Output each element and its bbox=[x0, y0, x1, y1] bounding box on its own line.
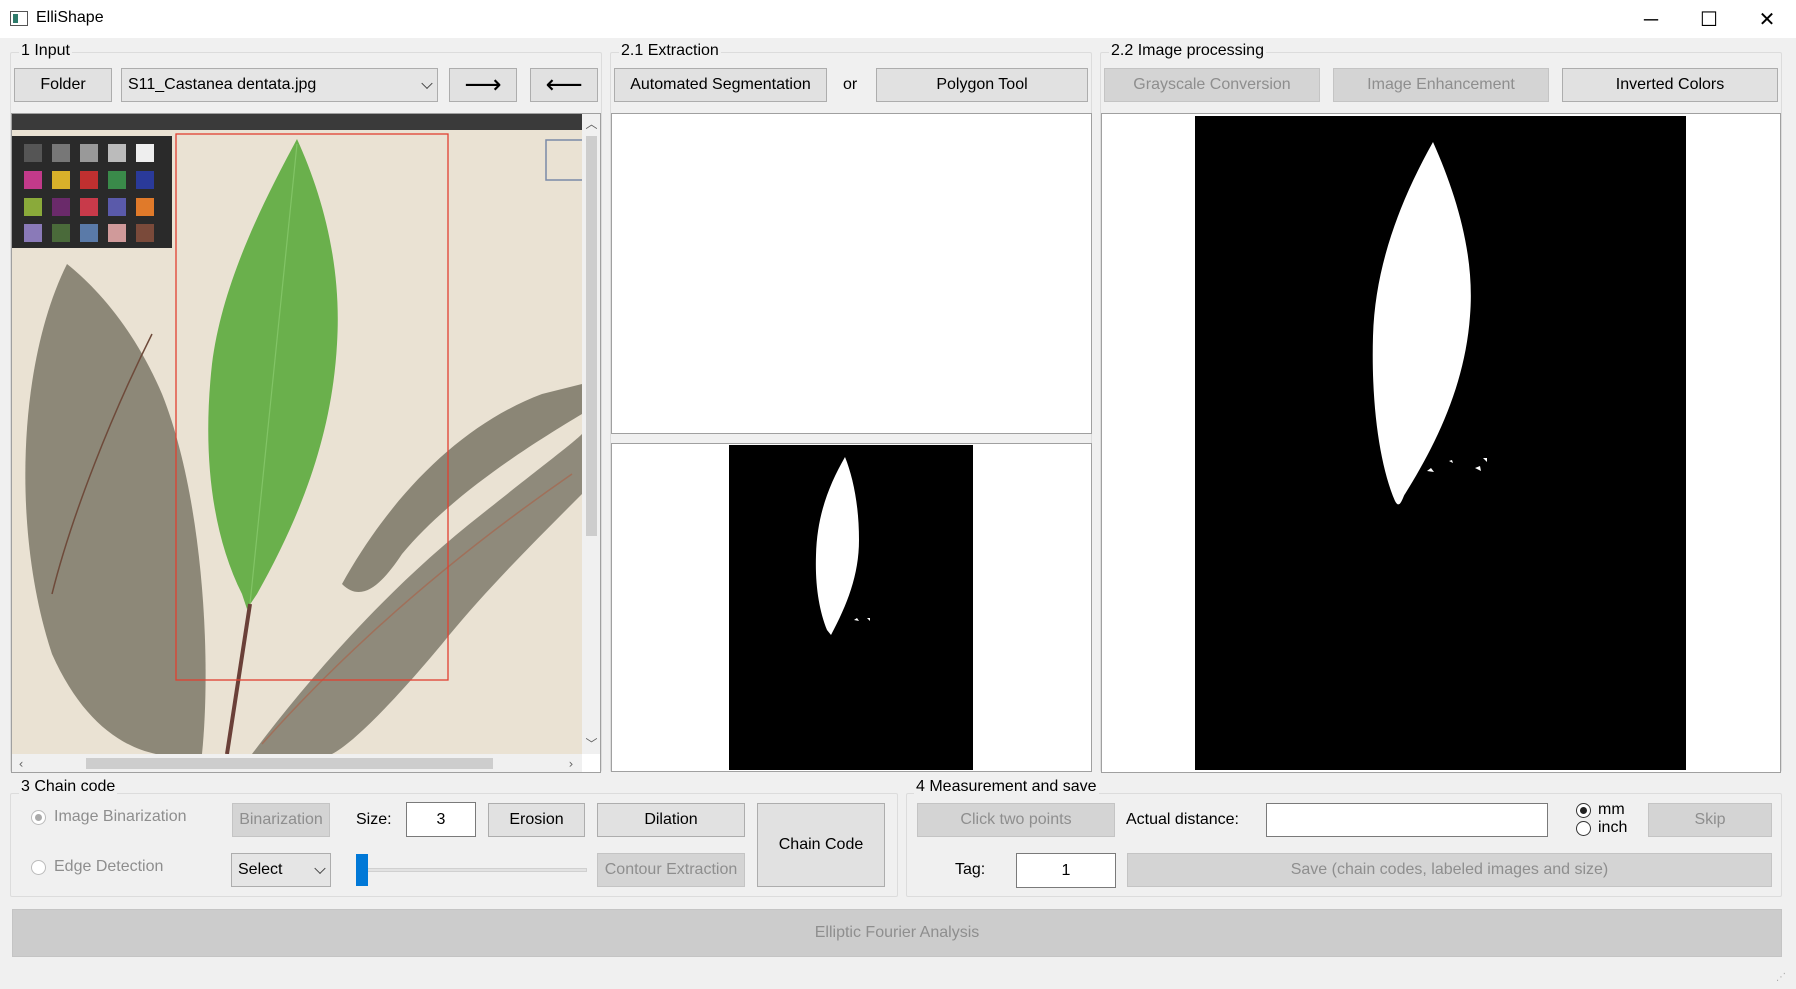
elliptic-fourier-analysis-button[interactable]: Elliptic Fourier Analysis bbox=[12, 909, 1782, 957]
file-select[interactable]: S11_Castanea dentata.jpg bbox=[121, 68, 438, 102]
tag-input[interactable]: 1 bbox=[1016, 853, 1116, 888]
measurement-group-label: 4 Measurement and save bbox=[914, 778, 1099, 796]
binarization-button[interactable]: Binarization bbox=[232, 803, 330, 837]
contour-extraction-button[interactable]: Contour Extraction bbox=[597, 853, 745, 887]
minimize-icon[interactable]: ─ bbox=[1622, 0, 1680, 38]
unit-inch-label: inch bbox=[1598, 819, 1628, 836]
edge-detection-label: Edge Detection bbox=[54, 858, 164, 875]
tag-label: Tag: bbox=[955, 861, 986, 878]
extraction-group-label: 2.1 Extraction bbox=[619, 42, 721, 60]
scroll-left-icon[interactable]: ‹ bbox=[12, 754, 30, 772]
size-input[interactable]: 3 bbox=[406, 802, 476, 837]
or-label: or bbox=[843, 76, 858, 93]
next-image-button[interactable]: ⟶ bbox=[449, 68, 517, 102]
herbarium-image[interactable] bbox=[12, 114, 582, 754]
dilation-button[interactable]: Dilation bbox=[597, 803, 745, 837]
edge-method-select-value: Select bbox=[238, 861, 283, 878]
file-select-value: S11_Castanea dentata.jpg bbox=[128, 76, 317, 93]
edge-detection-radio[interactable] bbox=[31, 860, 46, 875]
chevron-down-icon bbox=[314, 862, 326, 875]
resize-grip-icon[interactable]: ⋰ bbox=[1776, 972, 1790, 984]
binary-mask-small bbox=[729, 445, 973, 770]
actual-distance-label: Actual distance: bbox=[1126, 811, 1239, 828]
polygon-tool-button[interactable]: Polygon Tool bbox=[876, 68, 1088, 102]
chain-code-group-label: 3 Chain code bbox=[19, 778, 118, 796]
size-label: Size: bbox=[356, 811, 392, 828]
image-enhancement-button[interactable]: Image Enhancement bbox=[1333, 68, 1549, 102]
scroll-down-icon[interactable]: ﹀ bbox=[582, 734, 600, 752]
processing-group-label: 2.2 Image processing bbox=[1109, 42, 1266, 60]
chain-code-button[interactable]: Chain Code bbox=[757, 803, 885, 887]
horizontal-scrollbar[interactable]: ‹ › bbox=[12, 754, 582, 772]
horizontal-scroll-thumb[interactable] bbox=[86, 758, 493, 769]
binary-mask-large bbox=[1195, 116, 1686, 770]
folder-button[interactable]: Folder bbox=[14, 68, 112, 102]
title-bar: ElliShape ─ ☐ ✕ bbox=[0, 0, 1796, 38]
save-button[interactable]: Save (chain codes, labeled images and si… bbox=[1127, 853, 1772, 887]
vertical-scrollbar[interactable]: ︿ ﹀ bbox=[582, 114, 600, 754]
scroll-up-icon[interactable]: ︿ bbox=[582, 114, 600, 132]
input-group-label: 1 Input bbox=[19, 42, 72, 60]
window-title: ElliShape bbox=[36, 9, 104, 26]
inverted-colors-button[interactable]: Inverted Colors bbox=[1562, 68, 1778, 102]
input-image-viewer[interactable]: ︿ ﹀ ‹ › bbox=[11, 113, 601, 773]
processed-image-panel[interactable] bbox=[1101, 113, 1781, 773]
extraction-preview-panel[interactable] bbox=[611, 113, 1092, 434]
actual-distance-input[interactable] bbox=[1266, 803, 1548, 837]
size-slider-track[interactable] bbox=[360, 868, 587, 872]
prev-image-button[interactable]: ⟵ bbox=[530, 68, 598, 102]
erosion-button[interactable]: Erosion bbox=[488, 803, 585, 837]
app-icon bbox=[10, 11, 28, 26]
unit-inch-radio[interactable] bbox=[1576, 821, 1591, 836]
binary-preview-panel[interactable] bbox=[611, 443, 1092, 772]
unit-mm-radio[interactable] bbox=[1576, 803, 1591, 818]
scroll-right-icon[interactable]: › bbox=[562, 754, 580, 772]
click-two-points-button[interactable]: Click two points bbox=[917, 803, 1115, 837]
size-slider-handle[interactable] bbox=[356, 854, 368, 886]
skip-button[interactable]: Skip bbox=[1648, 803, 1772, 837]
automated-segmentation-button[interactable]: Automated Segmentation bbox=[614, 68, 827, 102]
unit-mm-label: mm bbox=[1598, 801, 1625, 818]
image-binarization-radio[interactable] bbox=[31, 810, 46, 825]
chevron-down-icon bbox=[421, 77, 433, 90]
maximize-icon[interactable]: ☐ bbox=[1680, 0, 1738, 38]
vertical-scroll-thumb[interactable] bbox=[586, 136, 597, 536]
image-binarization-label: Image Binarization bbox=[54, 808, 187, 825]
close-icon[interactable]: ✕ bbox=[1738, 0, 1796, 38]
grayscale-conversion-button[interactable]: Grayscale Conversion bbox=[1104, 68, 1320, 102]
edge-method-select[interactable]: Select bbox=[231, 853, 331, 887]
